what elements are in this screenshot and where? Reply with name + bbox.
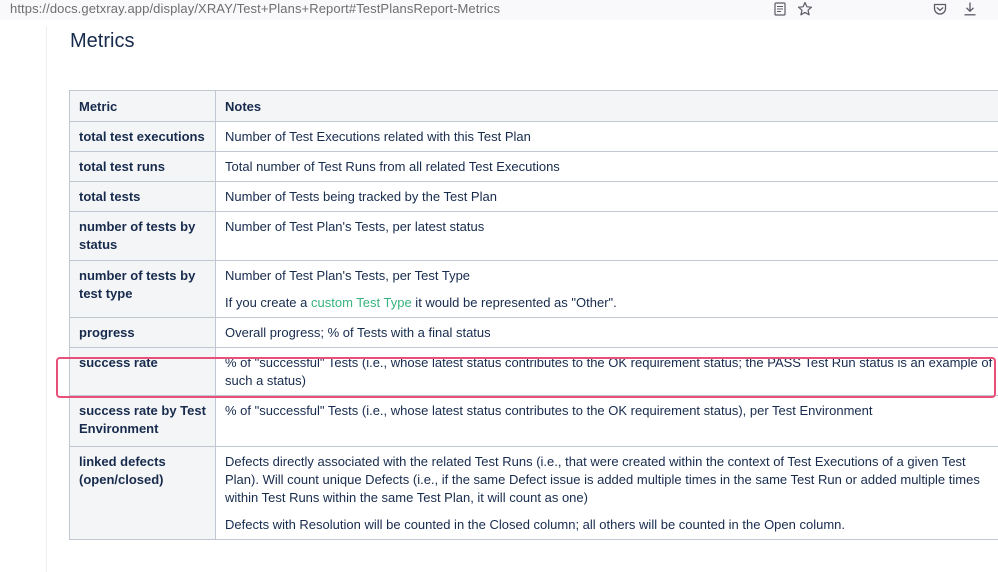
table-row-highlighted: success rate % of "successful" Tests (i.…	[69, 347, 998, 396]
url-text[interactable]: https://docs.getxray.app/display/XRAY/Te…	[10, 1, 500, 16]
note-text: Overall progress; % of Tests with a fina…	[225, 325, 491, 340]
table-row: number of tests by status Number of Test…	[69, 211, 998, 261]
metric-notes: % of "successful" Tests (i.e., whose lat…	[215, 395, 998, 447]
note-text-before: If you create a	[225, 295, 311, 310]
table-row: success rate by Test Environment % of "s…	[69, 395, 998, 447]
metric-notes: Number of Tests being tracked by the Tes…	[215, 181, 998, 212]
metric-notes: Number of Test Plan's Tests, per Test Ty…	[215, 260, 998, 318]
metric-name: total tests	[69, 181, 216, 212]
metric-name: total test executions	[69, 121, 216, 152]
pocket-icon[interactable]	[932, 1, 948, 17]
metric-notes: Number of Test Executions related with t…	[215, 121, 998, 152]
table-row: total test runs Total number of Test Run…	[69, 151, 998, 182]
note-text-after: it would be represented as "Other".	[411, 295, 617, 310]
metric-name: number of tests by test type	[69, 260, 216, 318]
table-row: total test executions Number of Test Exe…	[69, 121, 998, 152]
page-title: Metrics	[70, 30, 135, 52]
note-text: Number of Tests being tracked by the Tes…	[225, 189, 497, 204]
metric-notes: Defects directly associated with the rel…	[215, 446, 998, 540]
content-left-border	[46, 26, 47, 572]
column-header-metric: Metric	[69, 90, 216, 122]
note-text: % of "successful" Tests (i.e., whose lat…	[225, 355, 993, 388]
table-row: number of tests by test type Number of T…	[69, 260, 998, 318]
table-header-row: Metric Notes	[69, 90, 998, 122]
metric-name: total test runs	[69, 151, 216, 182]
column-header-notes: Notes	[215, 90, 998, 122]
metric-name: success rate	[69, 347, 216, 396]
note-text: Number of Test Plan's Tests, per Test Ty…	[225, 268, 471, 283]
metric-name: linked defects (open/closed)	[69, 446, 216, 540]
downloads-icon[interactable]	[962, 1, 978, 17]
note-text: Number of Test Plan's Tests, per latest …	[225, 219, 485, 234]
note-text: If you create a custom Test Type it woul…	[225, 294, 998, 312]
reader-view-icon[interactable]	[772, 1, 788, 17]
table-row: total tests Number of Tests being tracke…	[69, 181, 998, 212]
metric-name: success rate by Test Environment	[69, 395, 216, 447]
table-row: progress Overall progress; % of Tests wi…	[69, 317, 998, 348]
metric-notes: % of "successful" Tests (i.e., whose lat…	[215, 347, 998, 396]
bookmark-star-icon[interactable]	[797, 1, 813, 17]
note-text: Defects with Resolution will be counted …	[225, 517, 846, 532]
metric-notes: Total number of Test Runs from all relat…	[215, 151, 998, 182]
metric-name: progress	[69, 317, 216, 348]
note-text: % of "successful" Tests (i.e., whose lat…	[225, 403, 873, 418]
browser-address-bar[interactable]: https://docs.getxray.app/display/XRAY/Te…	[0, 0, 998, 20]
metrics-table: Metric Notes total test executions Numbe…	[69, 90, 998, 540]
metric-name: number of tests by status	[69, 211, 216, 261]
note-text: Total number of Test Runs from all relat…	[225, 159, 560, 174]
metric-notes: Overall progress; % of Tests with a fina…	[215, 317, 998, 348]
table-row: linked defects (open/closed) Defects dir…	[69, 446, 998, 540]
metric-notes: Number of Test Plan's Tests, per latest …	[215, 211, 998, 261]
note-text: Number of Test Executions related with t…	[225, 129, 531, 144]
note-text: Defects directly associated with the rel…	[225, 454, 980, 505]
custom-test-type-link[interactable]: custom Test Type	[311, 295, 412, 310]
